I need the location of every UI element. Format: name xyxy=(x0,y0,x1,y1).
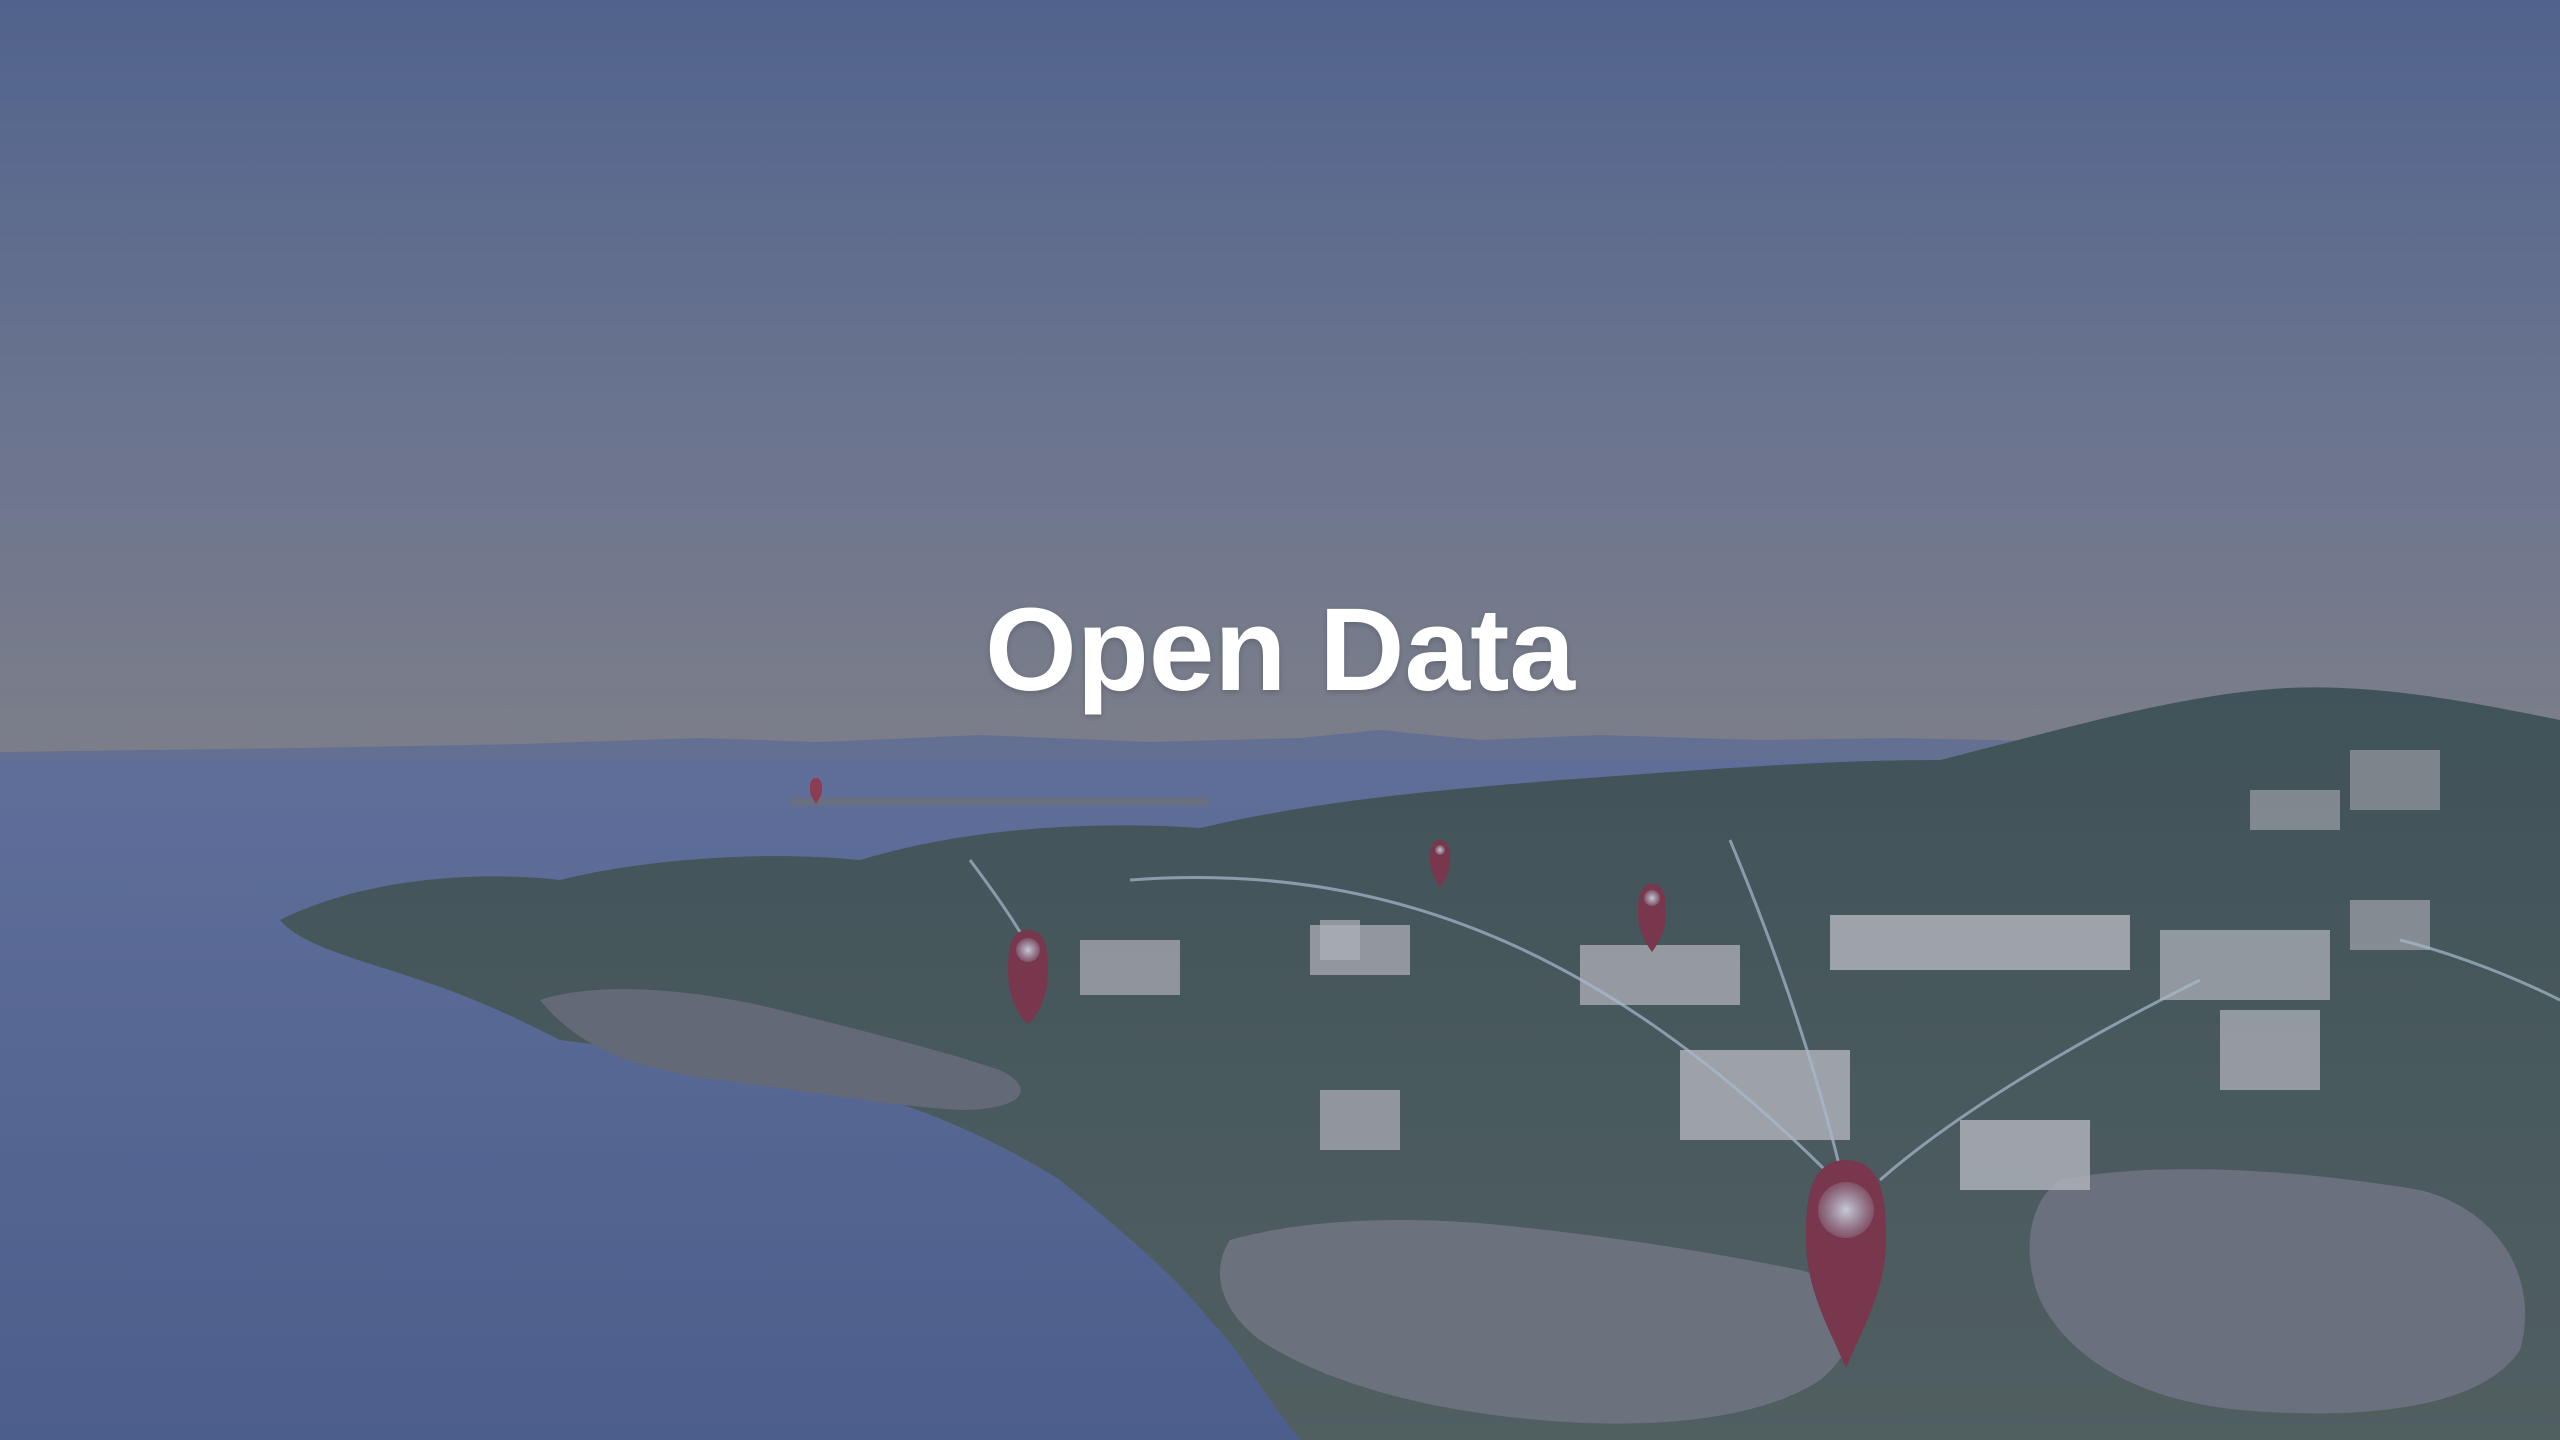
hero-overlay xyxy=(0,0,2560,1440)
page-title: Open Data xyxy=(984,584,1576,716)
hero-banner: Open Data xyxy=(0,0,2560,1440)
